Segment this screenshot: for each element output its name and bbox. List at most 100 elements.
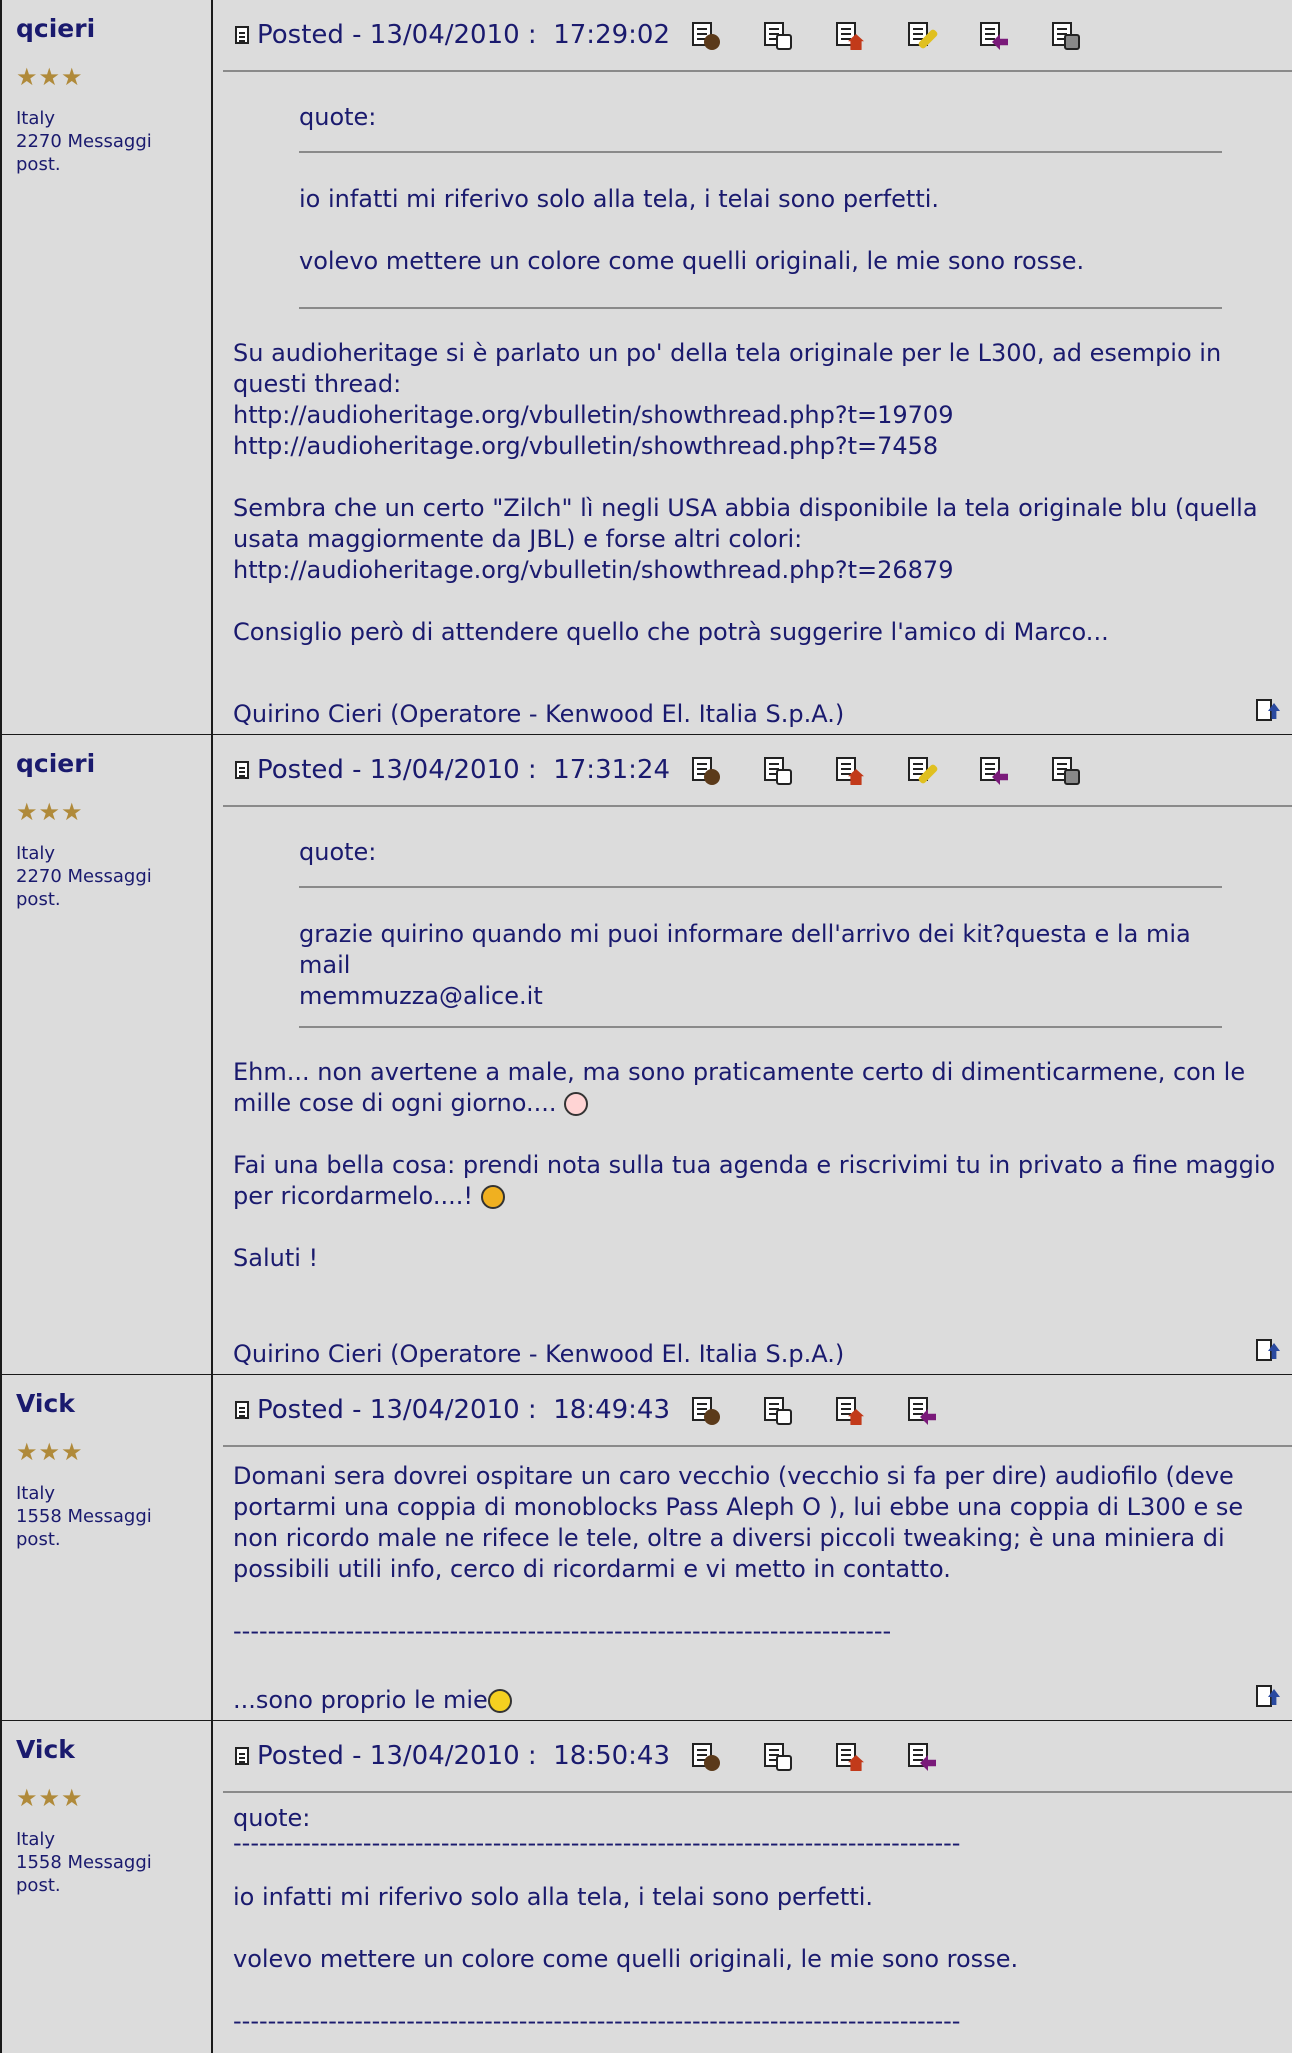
author-messages: 1558 Messaggi: [16, 1506, 152, 1527]
post-header: Posted - 13/04/2010 : 17:31:24: [223, 735, 1292, 807]
post-header: Posted - 13/04/2010 : 18:50:43: [223, 1721, 1292, 1793]
post-content: quote: grazie quirino quando mi puoi inf…: [223, 837, 1292, 1274]
post-paragraph: Fai una bella cosa: prendi nota sulla tu…: [233, 1151, 1276, 1210]
post-toolbar: [690, 1741, 978, 1771]
homepage-icon[interactable]: [834, 1741, 864, 1771]
author-meta: Italy 2270 Messaggi post.: [16, 107, 211, 176]
email-icon[interactable]: [762, 1741, 792, 1771]
rank-stars-icon: ★★★: [16, 63, 84, 91]
go-to-top-icon[interactable]: [1256, 1685, 1280, 1711]
signature-row: Quirino Cieri (Operatore - Kenwood El. I…: [223, 699, 1292, 730]
author-post-label: post.: [16, 154, 61, 175]
email-icon[interactable]: [762, 1395, 792, 1425]
author-messages: 1558 Messaggi: [16, 1852, 152, 1873]
profile-icon[interactable]: [690, 1741, 720, 1771]
separator-dashes: ----------------------------------------…: [233, 2007, 961, 2035]
homepage-icon[interactable]: [834, 755, 864, 785]
author-name[interactable]: qcieri: [16, 749, 211, 778]
email-icon[interactable]: [762, 20, 792, 50]
rank-stars-icon: ★★★: [16, 1438, 84, 1466]
grin-smiley-icon: [487, 1689, 512, 1713]
author-post-label: post.: [16, 889, 61, 910]
post-paragraph: Domani sera dovrei ospitare un caro vecc…: [233, 1462, 1244, 1583]
separator-dashes: ----------------------------------------…: [233, 1617, 892, 1645]
reply-quote-icon[interactable]: [978, 20, 1008, 50]
quote-email-link[interactable]: memmuzza@alice.it: [299, 982, 543, 1010]
separator-dashes: ----------------------------------------…: [233, 1834, 961, 1852]
author-name[interactable]: Vick: [16, 1735, 211, 1764]
email-icon[interactable]: [762, 755, 792, 785]
author-panel: Vick ★★★ Italy 1558 Messaggi post.: [0, 1721, 213, 2053]
delete-icon[interactable]: [1050, 20, 1080, 50]
posted-date: Posted - 13/04/2010 : 18:50:43: [257, 1741, 670, 1771]
doc-icon: [235, 1747, 249, 1765]
quote-block: quote: io infatti mi riferivo solo alla …: [299, 102, 1222, 309]
posted-info: Posted - 13/04/2010 : 17:29:02: [235, 20, 670, 50]
author-name[interactable]: Vick: [16, 1389, 211, 1418]
author-name[interactable]: qcieri: [16, 14, 211, 43]
author-post-label: post.: [16, 1529, 61, 1550]
author-messages: 2270 Messaggi: [16, 131, 152, 152]
signature: Quirino Cieri (Operatore - Kenwood El. I…: [233, 1340, 845, 1368]
reply-quote-icon[interactable]: [906, 1741, 936, 1771]
go-to-top-icon[interactable]: [1256, 1339, 1280, 1365]
author-country: Italy: [16, 1829, 56, 1850]
author-country: Italy: [16, 108, 56, 129]
reply-quote-icon[interactable]: [978, 755, 1008, 785]
post-paragraph: Saluti !: [233, 1244, 319, 1272]
doc-icon: [235, 761, 249, 779]
post-body: Posted - 13/04/2010 : 17:29:02 quote: io: [213, 0, 1292, 734]
posted-date: Posted - 13/04/2010 : 17:29:02: [257, 20, 670, 50]
author-panel: qcieri ★★★ Italy 2270 Messaggi post.: [0, 0, 213, 734]
profile-icon[interactable]: [690, 755, 720, 785]
post-header: Posted - 13/04/2010 : 17:29:02: [223, 0, 1292, 72]
rank-stars-icon: ★★★: [16, 798, 84, 826]
posted-info: Posted - 13/04/2010 : 18:50:43: [235, 1741, 670, 1771]
post-paragraph: Su audioheritage si è parlato un po' del…: [233, 339, 1222, 398]
thread-link[interactable]: http://audioheritage.org/vbulletin/showt…: [233, 401, 953, 429]
post-toolbar: [690, 20, 1122, 50]
wink-smiley-icon: [480, 1185, 505, 1209]
quote-line: grazie quirino quando mi puoi informare …: [299, 920, 1191, 979]
blush-smiley-icon: [564, 1092, 589, 1116]
post-body: Posted - 13/04/2010 : 17:31:24 quote: gr…: [213, 735, 1292, 1374]
quote-label: quote:: [299, 838, 377, 866]
homepage-icon[interactable]: [834, 20, 864, 50]
author-panel: Vick ★★★ Italy 1558 Messaggi post.: [0, 1375, 213, 1720]
profile-icon[interactable]: [690, 20, 720, 50]
signature: ...sono proprio le mie: [233, 1685, 512, 1716]
posted-info: Posted - 13/04/2010 : 17:31:24: [235, 755, 670, 785]
author-post-label: post.: [16, 1875, 61, 1896]
post: Vick ★★★ Italy 1558 Messaggi post. Poste…: [0, 1720, 1292, 2053]
author-meta: Italy 1558 Messaggi post.: [16, 1828, 211, 1897]
post-body: Posted - 13/04/2010 : 18:49:43 Domani se…: [213, 1375, 1292, 1720]
doc-icon: [235, 26, 249, 44]
posted-info: Posted - 13/04/2010 : 18:49:43: [235, 1395, 670, 1425]
delete-icon[interactable]: [1050, 755, 1080, 785]
posted-date: Posted - 13/04/2010 : 17:31:24: [257, 755, 670, 785]
profile-icon[interactable]: [690, 1395, 720, 1425]
post: Vick ★★★ Italy 1558 Messaggi post. Poste…: [0, 1374, 1292, 1720]
go-to-top-icon[interactable]: [1256, 699, 1280, 725]
signature-row: ...sono proprio le mie: [223, 1685, 1292, 1716]
edit-icon[interactable]: [906, 755, 939, 785]
quote-label: quote:: [233, 1804, 311, 1832]
thread-link[interactable]: http://audioheritage.org/vbulletin/showt…: [233, 432, 938, 460]
reply-quote-icon[interactable]: [906, 1395, 936, 1425]
homepage-icon[interactable]: [834, 1395, 864, 1425]
edit-icon[interactable]: [906, 20, 939, 50]
author-country: Italy: [16, 843, 56, 864]
signature-row: Quirino Cieri (Operatore - Kenwood El. I…: [223, 1339, 1292, 1370]
posted-date: Posted - 13/04/2010 : 18:49:43: [257, 1395, 670, 1425]
post-paragraph: Sembra che un certo "Zilch" lì negli USA…: [233, 494, 1258, 553]
post-paragraph: Ehm... non avertene a male, ma sono prat…: [233, 1058, 1246, 1117]
signature: Quirino Cieri (Operatore - Kenwood El. I…: [233, 700, 845, 728]
rank-stars-icon: ★★★: [16, 1784, 84, 1812]
quote-block: quote: grazie quirino quando mi puoi inf…: [299, 837, 1222, 1028]
post-paragraph: Consiglio però di attendere quello che p…: [233, 618, 1109, 646]
quote-line: volevo mettere un colore come quelli ori…: [233, 1945, 1019, 1973]
post-body: Posted - 13/04/2010 : 18:50:43 quote: --…: [213, 1721, 1292, 2053]
post-toolbar: [690, 755, 1122, 785]
author-meta: Italy 1558 Messaggi post.: [16, 1482, 211, 1551]
thread-link[interactable]: http://audioheritage.org/vbulletin/showt…: [233, 556, 953, 584]
